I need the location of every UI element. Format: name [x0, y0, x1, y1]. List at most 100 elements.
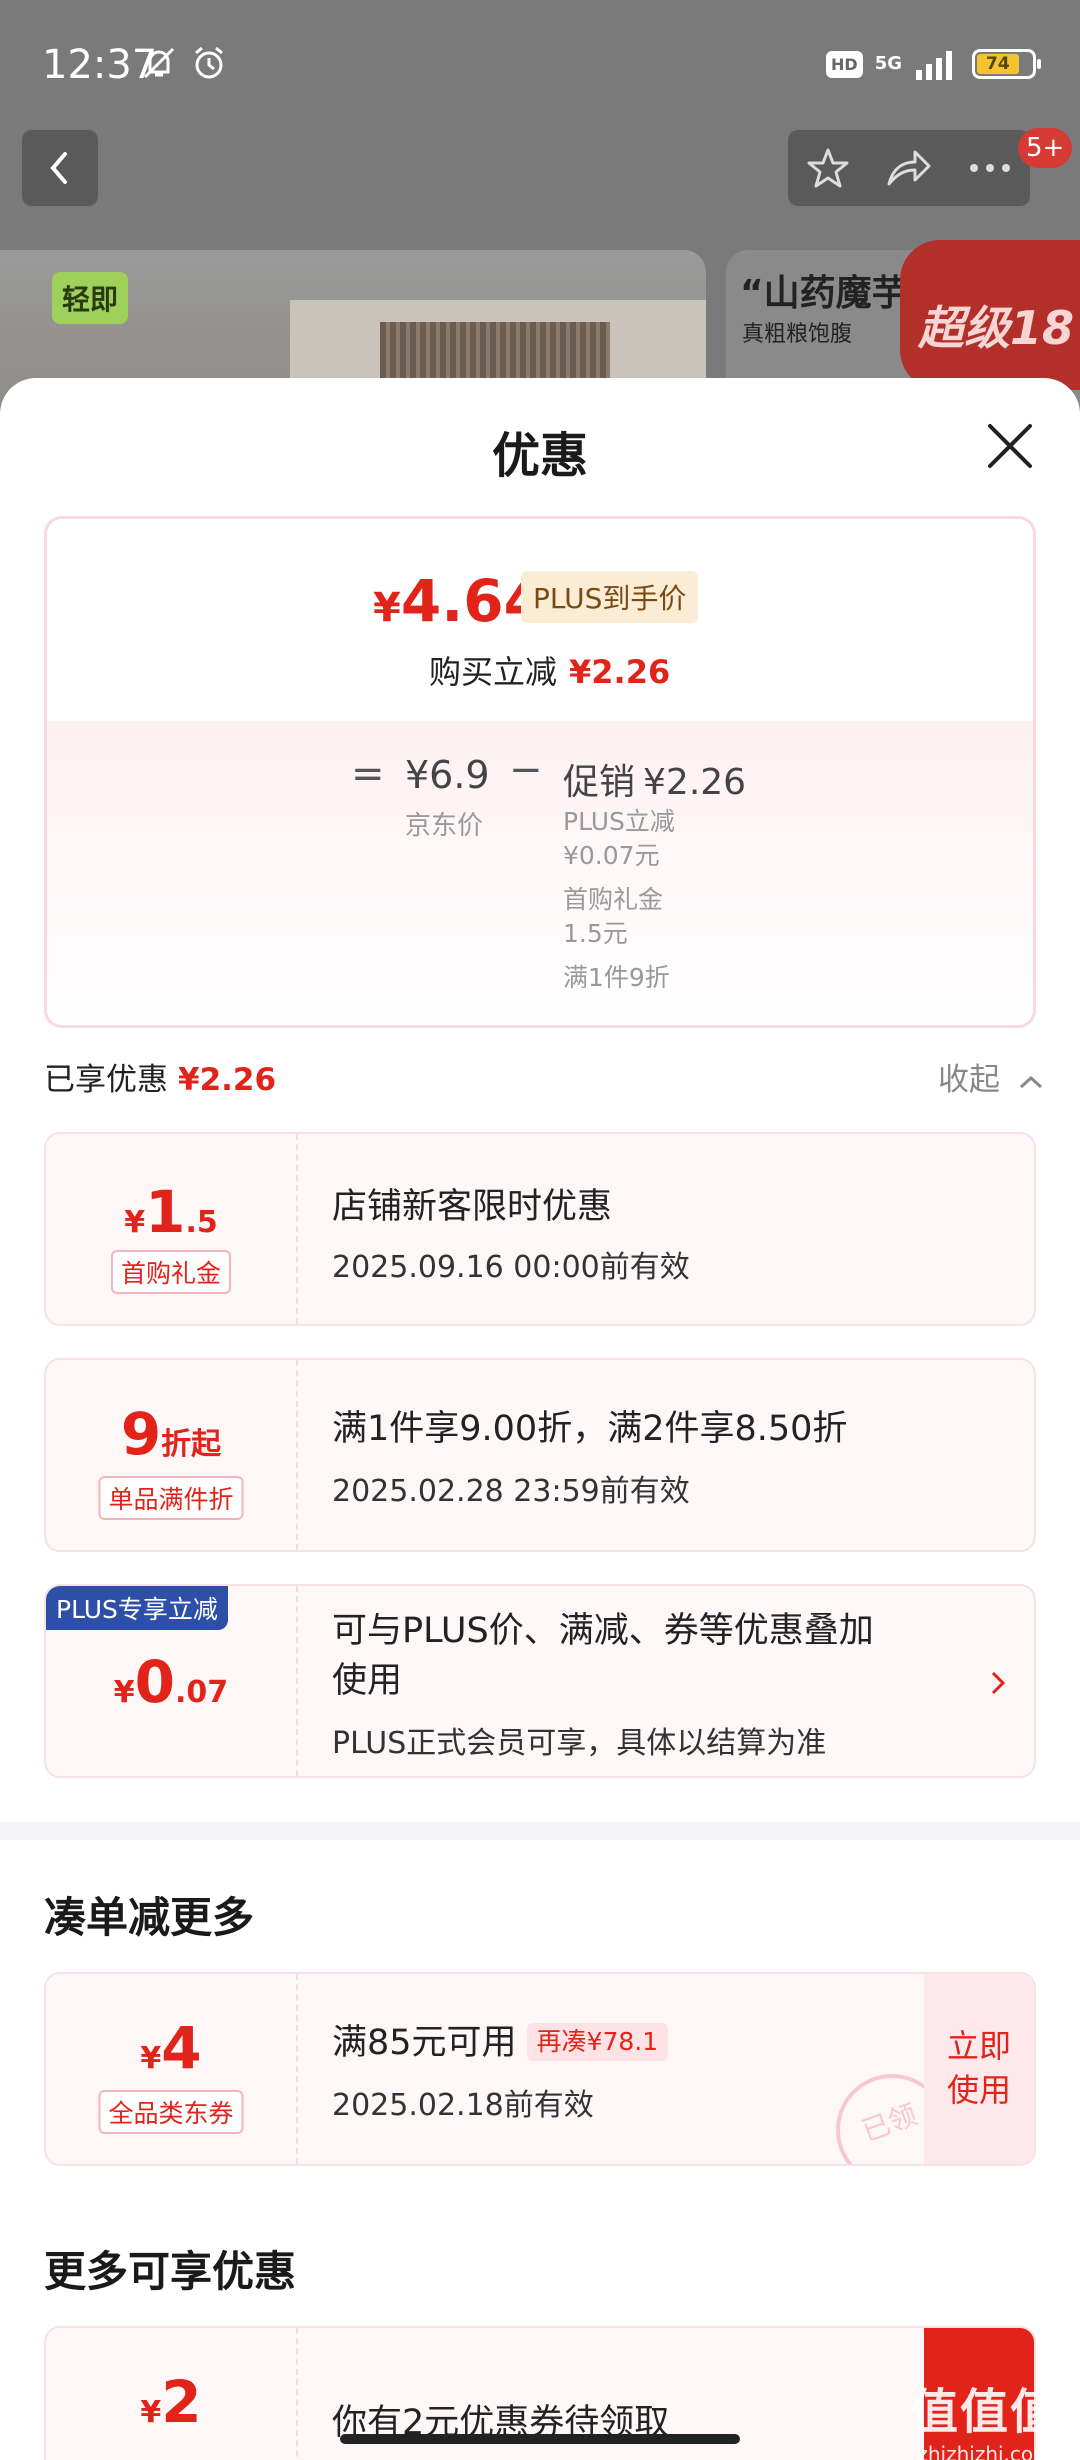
coupon-title-line2: 使用 [332, 1661, 403, 1701]
final-price-currency: ¥ [373, 585, 401, 631]
promo-detail: PLUS立减 [563, 807, 675, 836]
product-left-tag: 轻即 [52, 272, 129, 324]
network-type: 5G [874, 53, 902, 74]
add-more-tag: 再凑¥78.1 [526, 2023, 669, 2061]
battery-level: 74 [977, 54, 1019, 74]
hd-indicator: HD [826, 50, 863, 78]
coupon-amount-big: 9 [120, 1400, 162, 1468]
enjoyed-discount: 已享优惠 ¥2.26 [44, 1054, 276, 1099]
promo-total: 促销 ¥2.26 [563, 753, 746, 805]
coupon-currency: ¥ [113, 1675, 135, 1710]
section-title-more: 凑单减更多 [44, 1893, 255, 1942]
share-icon[interactable] [885, 148, 933, 188]
coupon-amount: ¥4 [46, 2014, 296, 2082]
more-icon[interactable] [968, 162, 1012, 174]
cart-badge: 5+ [1018, 128, 1073, 168]
coupon-amount-big: 1 [145, 1178, 186, 1246]
product-right-banner-text: 超级18 [918, 301, 1075, 355]
promo-detail: 1.5元 [563, 919, 628, 948]
coupon-amount-area: ¥4 全品类东券 [46, 1974, 298, 2164]
chevron-right-icon [991, 1671, 1006, 1695]
coupon-amount: ¥1.5 [46, 1178, 296, 1246]
coupon-amount: ¥0.07 [46, 1648, 296, 1716]
coupon-amount-area: PLUS专享立减 ¥0.07 [46, 1586, 298, 1776]
use-now-button[interactable]: 立即 使用 [924, 1974, 1034, 2164]
coupon-amount-big: 0 [134, 1648, 176, 1716]
section-title-extra: 更多可享优惠 [44, 2247, 297, 2296]
coupon-note: PLUS正式会员可享，具体以结算为准 [332, 1726, 827, 1761]
coupon-card: ¥4 全品类东券 满85元可用 再凑¥78.1 2025.02.18前有效 已领 … [44, 1972, 1036, 2166]
promo-detail: 首购礼金 [563, 885, 664, 914]
sheet-title: 优惠 [491, 428, 588, 484]
coupon-amount-big: 4 [161, 2014, 202, 2082]
buy-off-value: ¥2.26 [569, 653, 671, 691]
coupon-validity: 2025.02.28 23:59前有效 [332, 1474, 690, 1509]
close-icon[interactable] [982, 418, 1038, 474]
coupon-title: 店铺新客限时优惠 [332, 1187, 613, 1227]
watermark-url: zhizhizhi.com [917, 2442, 1053, 2460]
chevron-up-icon [1019, 1075, 1042, 1089]
watermark-logo: 值值值 [909, 2384, 1060, 2440]
chevron-left-icon [50, 152, 67, 184]
coupon-type-tag: 首购礼金 [110, 1250, 232, 1294]
product-right-subtitle: 真粗粮饱腹 [742, 322, 853, 347]
coupon-amount: ¥2 [46, 2368, 296, 2436]
summary-top: ¥4.64 PLUS到手价 购买立减 ¥2.26 [47, 519, 1033, 721]
use-now-line1: 立即 [946, 2027, 1011, 2065]
coupon-amount-suffix: .07 [175, 1675, 229, 1710]
plus-exclusive-label: PLUS专享立减 [46, 1586, 228, 1630]
coupon-title: 满85元可用 再凑¥78.1 [332, 2018, 669, 2068]
coupon-currency: ¥ [140, 2041, 162, 2076]
enjoyed-value: ¥2.26 [178, 1062, 277, 1098]
coupon-validity: 2025.02.18前有效 [332, 2088, 594, 2123]
top-actions [788, 130, 1030, 206]
back-button[interactable] [22, 130, 98, 206]
coupon-card: 9折起 单品满件折 满1件享9.00折，满2件享8.50折 2025.02.28… [44, 1358, 1036, 1552]
coupon-currency: ¥ [140, 2395, 162, 2430]
price-summary: ¥4.64 PLUS到手价 购买立减 ¥2.26 = ¥6.9 京东价 − 促销 ¥… [44, 516, 1036, 1028]
section-divider [0, 1822, 1080, 1840]
coupon-title: 满1件享9.00折，满2件享8.50折 [332, 1409, 848, 1449]
minus-sign: − [509, 747, 543, 793]
enjoyed-label: 已享优惠 [44, 1062, 168, 1098]
coupon-amount-suffix: 折起 [161, 1427, 222, 1462]
coupon-amount: 9折起 [46, 1400, 296, 1468]
battery-icon: 74 [972, 49, 1041, 79]
collapse-button[interactable]: 收起 [938, 1054, 1044, 1099]
use-now-line2: 使用 [946, 2071, 1011, 2109]
signal-icon [916, 51, 952, 80]
promo-detail: ¥0.07元 [563, 841, 660, 870]
promo-value: ¥2.26 [643, 762, 747, 803]
watermark: 值值值 zhizhizhi.com [910, 2372, 1060, 2460]
equals-sign: = [351, 751, 385, 797]
coupon-validity: 2025.09.16 00:00前有效 [332, 1250, 690, 1285]
promo-label: 促销 [563, 762, 636, 803]
coupon-type-tag: 单品满件折 [98, 1476, 244, 1520]
bell-off-icon [143, 47, 175, 79]
buy-off-line: 购买立减 ¥2.26 [429, 647, 670, 693]
promo-detail: 满1件9折 [563, 963, 670, 992]
coupon-type-tag: 全品类东券 [98, 2090, 244, 2134]
jd-price-label: 京东价 [405, 811, 484, 841]
coupon-amount-area: ¥2 [46, 2328, 298, 2460]
collapse-label: 收起 [938, 1062, 1000, 1098]
alarm-icon [195, 46, 223, 79]
coupon-amount-area: ¥1.5 首购礼金 [46, 1134, 298, 1324]
coupon-condition: 满85元可用 [332, 2023, 517, 2063]
coupon-title-line1: 可与PLUS价、满减、券等优惠叠加 [332, 1611, 874, 1651]
coupon-amount-suffix: .5 [185, 1205, 218, 1240]
buy-off-label: 购买立减 [429, 653, 558, 691]
product-right-banner: 超级18 [900, 240, 1080, 390]
home-indicator[interactable] [340, 2434, 740, 2444]
coupon-amount-area: 9折起 单品满件折 [46, 1360, 298, 1550]
star-icon[interactable] [806, 146, 850, 190]
coupon-currency: ¥ [124, 1205, 146, 1240]
coupon-card: ¥1.5 首购礼金 店铺新客限时优惠 2025.09.16 00:00前有效 [44, 1132, 1036, 1326]
status-bar: 12:37 HD 5G 74 [0, 0, 1080, 130]
plus-discount-card[interactable]: PLUS专享立减 ¥0.07 可与PLUS价、满减、券等优惠叠加 使用 PLUS… [44, 1584, 1036, 1778]
coupon-amount-big: 2 [161, 2368, 202, 2436]
jd-price: ¥6.9 [405, 753, 490, 797]
plus-price-tag: PLUS到手价 [521, 571, 699, 623]
discount-sheet: 优惠 ¥4.64 PLUS到手价 购买立减 ¥2.26 = ¥6.9 京东价 − … [0, 378, 1080, 2460]
final-price: ¥4.64 [373, 567, 544, 635]
